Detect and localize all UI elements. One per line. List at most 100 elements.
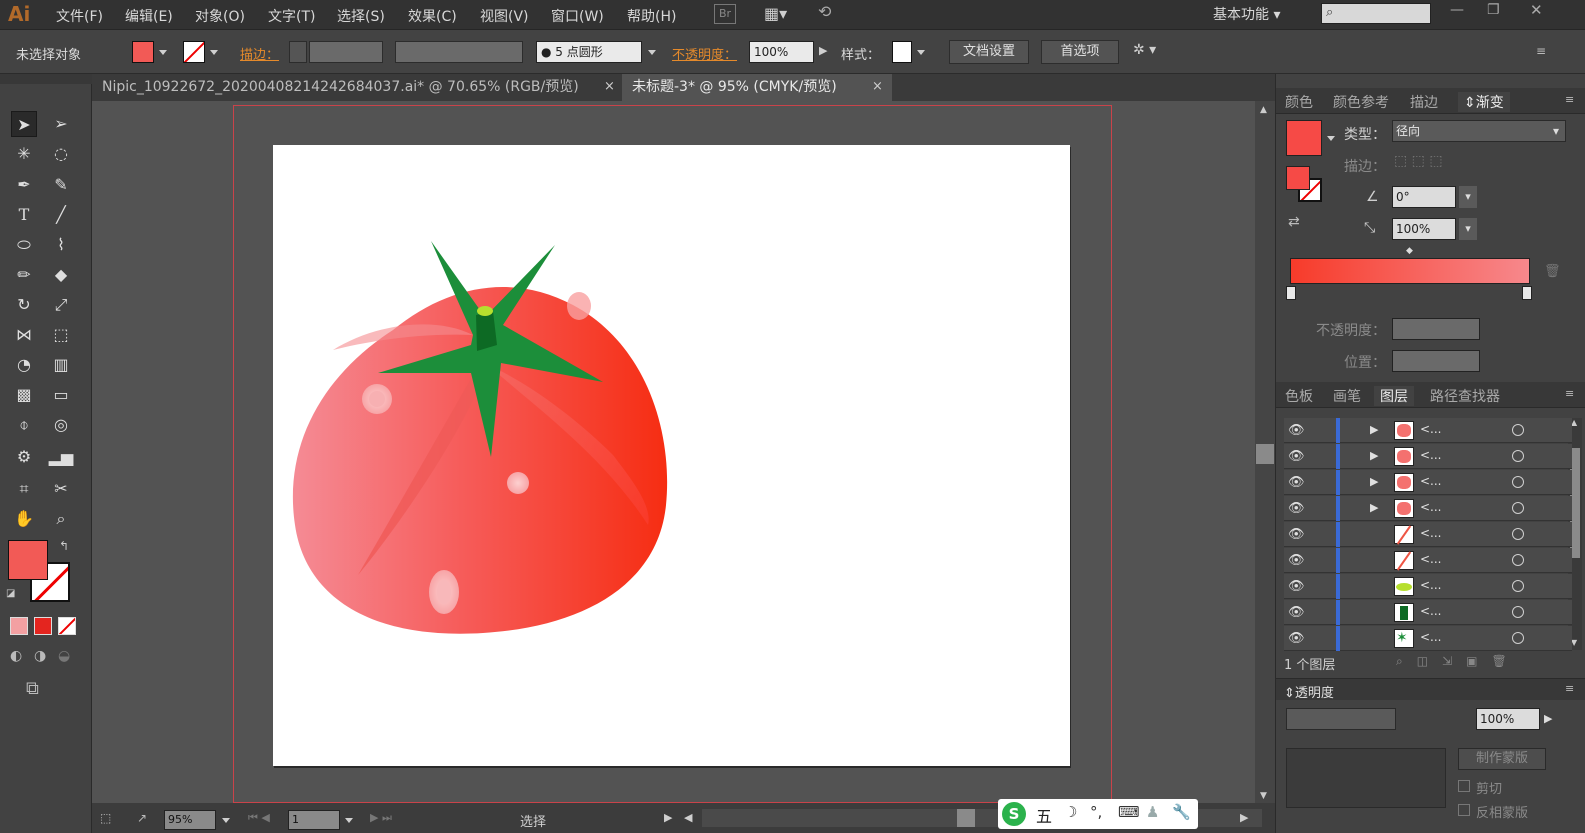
- style-swatch[interactable]: [892, 41, 912, 63]
- transparency-opacity-field[interactable]: 100%: [1476, 708, 1540, 730]
- menu-select[interactable]: 选择(S): [337, 6, 385, 26]
- fill-swatch[interactable]: [132, 41, 154, 63]
- document-setup-button[interactable]: 文档设置: [949, 40, 1029, 64]
- invert-mask-checkbox[interactable]: [1458, 804, 1470, 816]
- tab-untitled-3[interactable]: 未标题-3* @ 95% (CMYK/预览): [622, 74, 892, 101]
- scale-tool-icon[interactable]: ⤢: [48, 292, 74, 318]
- artboard-number-field[interactable]: 1: [288, 810, 340, 830]
- aspect-dropdown-icon[interactable]: ▾: [1459, 218, 1477, 240]
- menu-file[interactable]: 文件(F): [56, 6, 103, 26]
- menu-effect[interactable]: 效果(C): [408, 6, 457, 26]
- brush-definition-field[interactable]: ● 5 点圆形: [536, 41, 642, 63]
- eyedropper-icon[interactable]: ⌽: [11, 412, 37, 438]
- angle-dropdown-icon[interactable]: ▾: [1459, 186, 1477, 208]
- slice-tool-icon[interactable]: ✂: [48, 476, 74, 502]
- eraser-icon[interactable]: ◆: [48, 262, 74, 288]
- artboard[interactable]: [273, 145, 1070, 766]
- help-search-input[interactable]: ⌕: [1321, 3, 1431, 24]
- gradient-preview-swatch[interactable]: [1286, 120, 1322, 156]
- menu-view[interactable]: 视图(V): [480, 6, 529, 26]
- visibility-eye-icon[interactable]: 👁: [1288, 449, 1305, 464]
- fill-color-box[interactable]: [8, 540, 48, 580]
- visibility-eye-icon[interactable]: 👁: [1288, 631, 1305, 646]
- close-icon[interactable]: ✕: [1530, 1, 1543, 19]
- tab-gradient[interactable]: ⇕渐变: [1458, 92, 1510, 112]
- menu-type[interactable]: 文字(T): [268, 6, 315, 26]
- stroke-weight-field[interactable]: [309, 41, 383, 63]
- gradient-tool-icon[interactable]: ▭: [48, 382, 74, 408]
- mesh-tool-icon[interactable]: ▩: [11, 382, 37, 408]
- layer-target-icon[interactable]: [1512, 632, 1524, 644]
- blend-mode-select[interactable]: [1286, 708, 1396, 730]
- fill-box-small[interactable]: [1286, 166, 1310, 190]
- keyboard-icon[interactable]: ⌨: [1118, 803, 1140, 821]
- zoom-tool-icon[interactable]: ⌕: [48, 506, 74, 532]
- shape-builder-icon[interactable]: ◔: [11, 352, 37, 378]
- paintbrush-icon[interactable]: ⌇: [48, 232, 74, 258]
- workspace-switcher[interactable]: 基本功能 ▾: [1213, 4, 1280, 24]
- tab-stroke[interactable]: 描边: [1410, 92, 1438, 112]
- tab-brushes[interactable]: 画笔: [1333, 386, 1361, 406]
- scroll-thumb[interactable]: [1256, 444, 1274, 464]
- tab-layers[interactable]: 图层: [1374, 386, 1414, 406]
- preferences-button[interactable]: 首选项: [1041, 40, 1119, 64]
- tab-color-guide[interactable]: 颜色参考: [1333, 92, 1389, 112]
- stroke-dropdown-icon[interactable]: [210, 50, 218, 55]
- hscroll-right-icon[interactable]: ▶: [1240, 811, 1248, 824]
- opacity-field[interactable]: 100%: [749, 41, 814, 63]
- tab-color[interactable]: 颜色: [1285, 92, 1313, 112]
- direct-selection-tool-icon[interactable]: ➢: [48, 111, 74, 137]
- scroll-up-icon[interactable]: ▲: [1260, 105, 1267, 115]
- zoom-dropdown-icon[interactable]: [222, 818, 230, 823]
- layer-row[interactable]: 👁 ▶ <...: [1284, 496, 1572, 521]
- screen-mode-icon[interactable]: ⧉: [26, 678, 39, 699]
- menu-object[interactable]: 对象(O): [195, 6, 245, 26]
- transparency-title[interactable]: ⇕透明度: [1284, 682, 1334, 701]
- align-options-icon[interactable]: ✲ ▾: [1133, 42, 1156, 58]
- artboard-tool-icon[interactable]: ⌗: [11, 476, 37, 502]
- draw-inside-icon[interactable]: ◒: [58, 648, 70, 664]
- panel-menu-icon[interactable]: ≡: [1565, 387, 1574, 400]
- reverse-gradient-icon[interactable]: ⇄: [1288, 214, 1300, 230]
- expand-triangle-icon[interactable]: ▶: [1370, 449, 1378, 462]
- symbol-sprayer-icon[interactable]: ⚙: [11, 444, 37, 470]
- layer-target-icon[interactable]: [1512, 424, 1524, 436]
- graph-tool-icon[interactable]: ▥: [48, 352, 74, 378]
- angle-field[interactable]: 0°: [1392, 186, 1456, 208]
- layer-target-icon[interactable]: [1512, 528, 1524, 540]
- vertical-scrollbar[interactable]: ▲ ▼: [1255, 101, 1275, 803]
- rotate-view-icon[interactable]: ↗: [137, 811, 147, 825]
- gradient-mode-icon[interactable]: [34, 617, 52, 635]
- expand-triangle-icon[interactable]: ▶: [1370, 475, 1378, 488]
- layer-target-icon[interactable]: [1512, 580, 1524, 592]
- tab-close-icon[interactable]: ×: [872, 79, 883, 94]
- layer-target-icon[interactable]: [1512, 502, 1524, 514]
- rotate-tool-icon[interactable]: ↻: [11, 292, 37, 318]
- line-tool-icon[interactable]: ╱: [48, 202, 74, 228]
- width-tool-icon[interactable]: ⋈: [11, 322, 37, 348]
- settings-wrench-icon[interactable]: 🔧: [1172, 803, 1191, 821]
- delete-stop-icon[interactable]: 🗑: [1544, 264, 1561, 279]
- skin-icon[interactable]: ♟: [1146, 803, 1159, 821]
- fill-dropdown-icon[interactable]: [159, 50, 167, 55]
- mask-thumbnail-area[interactable]: [1286, 748, 1446, 808]
- arrange-documents-icon[interactable]: ▦▾: [764, 4, 792, 24]
- zoom-field[interactable]: 95%: [164, 810, 216, 830]
- tab-close-icon[interactable]: ×: [604, 79, 615, 94]
- hscroll-left-icon[interactable]: ◀: [684, 811, 692, 824]
- first-artboard-icon[interactable]: ⏮ ◀: [248, 811, 270, 825]
- visibility-eye-icon[interactable]: 👁: [1288, 605, 1305, 620]
- brush-dropdown-icon[interactable]: [648, 50, 656, 55]
- menu-help[interactable]: 帮助(H): [627, 6, 676, 26]
- layer-row[interactable]: 👁 ▶ <...: [1284, 470, 1572, 495]
- stop-position-field[interactable]: [1392, 350, 1480, 372]
- layer-row[interactable]: 👁 <...: [1284, 600, 1572, 625]
- opacity-arrow-icon[interactable]: ▶: [819, 44, 827, 57]
- canvas-area[interactable]: [92, 101, 1255, 803]
- layer-target-icon[interactable]: [1512, 554, 1524, 566]
- swap-fill-stroke-icon[interactable]: ↰: [59, 539, 69, 553]
- selection-tool-icon[interactable]: ➤: [11, 111, 37, 137]
- stroke-link[interactable]: 描边：: [240, 44, 279, 63]
- menu-window[interactable]: 窗口(W): [551, 6, 604, 26]
- blend-tool-icon[interactable]: ◎: [48, 412, 74, 438]
